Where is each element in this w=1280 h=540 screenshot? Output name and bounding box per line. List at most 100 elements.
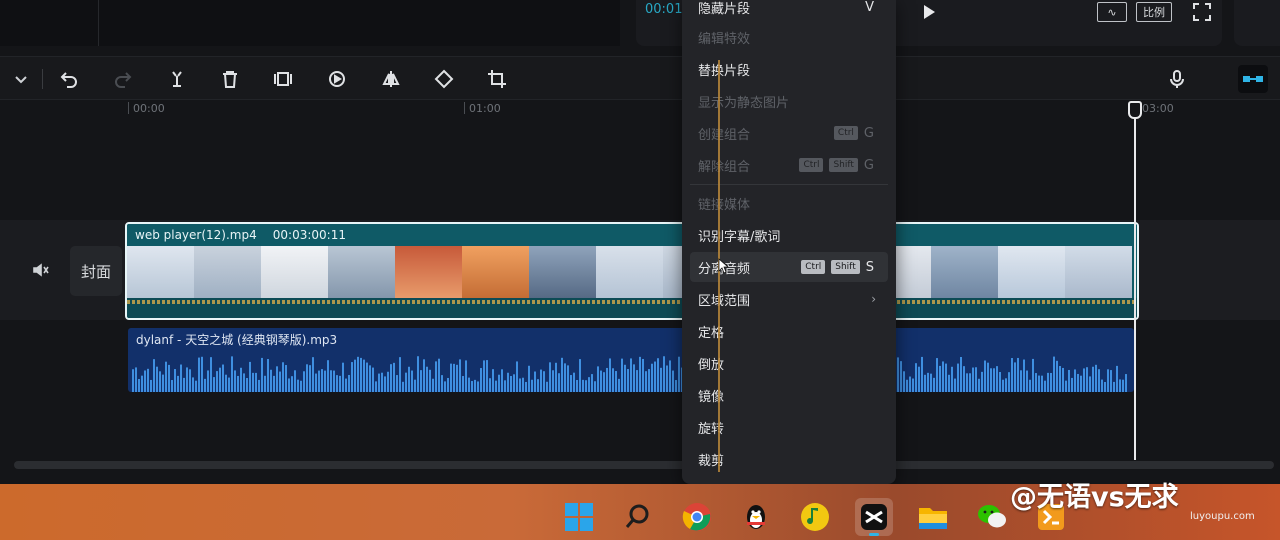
mirror-icon[interactable] xyxy=(380,68,402,90)
waveform-bar xyxy=(603,372,605,392)
waveform-bar xyxy=(198,357,200,392)
waveform-bar xyxy=(975,367,977,392)
waveform-bar xyxy=(984,360,986,392)
shortcut-key: G xyxy=(863,125,874,141)
waveform-bar xyxy=(1026,370,1028,392)
waveform-bar xyxy=(480,368,482,392)
windows-start-icon[interactable] xyxy=(560,498,598,536)
waveform-bar xyxy=(927,372,929,392)
rotate-icon[interactable] xyxy=(433,68,455,90)
waveform-bar xyxy=(627,369,629,392)
video-clip[interactable]: web player(12).mp4 00:03:00:11 xyxy=(125,222,1139,320)
microphone-icon[interactable] xyxy=(1166,68,1188,90)
waveform-bar xyxy=(996,366,998,392)
waveform-bar xyxy=(963,366,965,392)
mute-icon[interactable] xyxy=(32,262,50,278)
undo-icon[interactable] xyxy=(58,68,80,90)
snap-toggle-button[interactable] xyxy=(1238,65,1268,93)
waveform-bar xyxy=(600,370,602,392)
qq-penguin-icon[interactable] xyxy=(737,498,775,536)
waveform-bar xyxy=(138,378,140,392)
shortcut-modifier-key: Shift xyxy=(831,260,860,274)
aspect-ratio-button[interactable]: 比例 xyxy=(1136,2,1172,22)
file-explorer-icon[interactable] xyxy=(914,498,952,536)
waveform-bar xyxy=(912,378,914,392)
waveform-bar xyxy=(579,359,581,392)
wechat-icon[interactable] xyxy=(973,498,1011,536)
crop-icon[interactable] xyxy=(486,68,508,90)
waveform-bar xyxy=(483,360,485,392)
play-icon[interactable] xyxy=(920,3,938,21)
waveform-bar xyxy=(675,380,677,392)
waveform-bar xyxy=(333,370,335,392)
waveform-bar xyxy=(561,357,563,392)
waveform-bar xyxy=(669,360,671,392)
music-player-icon[interactable] xyxy=(796,498,834,536)
waveform-bar xyxy=(1053,356,1055,392)
waveform-bar xyxy=(948,374,950,392)
waveform-bar xyxy=(552,370,554,392)
waveform-bar xyxy=(492,369,494,392)
split-icon[interactable] xyxy=(166,68,188,90)
waveform-bar xyxy=(297,379,299,392)
fullscreen-icon[interactable] xyxy=(1192,2,1212,22)
waveform-bar xyxy=(594,381,596,392)
waveform-bar xyxy=(441,375,443,392)
audio-clip-title: dylanf - 天空之城 (经典钢琴版).mp3 xyxy=(136,333,338,347)
waveform-bar xyxy=(384,376,386,392)
waveform-bar xyxy=(507,372,509,392)
waveform-bar xyxy=(342,362,344,392)
thumbnail xyxy=(127,246,194,298)
menu-item[interactable]: 隐藏片段 V xyxy=(690,0,888,22)
waveform-bar xyxy=(270,369,272,392)
thumbnail xyxy=(529,246,596,298)
redo-icon[interactable] xyxy=(112,68,134,90)
waveform-bar xyxy=(939,365,941,392)
waveform-bar xyxy=(207,370,209,392)
audio-clip[interactable]: dylanf - 天空之城 (经典钢琴版).mp3 xyxy=(128,328,1134,392)
shortcut-modifier-key: Ctrl xyxy=(833,126,858,140)
waveform-bar xyxy=(336,375,338,392)
waveform-bar xyxy=(1044,380,1046,392)
waveform-bar xyxy=(921,356,923,392)
playhead[interactable] xyxy=(1134,110,1136,460)
waveform-bar xyxy=(381,372,383,392)
freeze-frame-icon[interactable] xyxy=(272,68,294,90)
search-icon[interactable] xyxy=(619,498,657,536)
waveform-bar xyxy=(540,369,542,392)
cover-button[interactable]: 封面 xyxy=(70,246,122,296)
waveform-bar xyxy=(1038,375,1040,392)
waveform-bar xyxy=(171,380,173,392)
chevron-down-icon[interactable] xyxy=(10,68,32,90)
chrome-icon[interactable] xyxy=(678,498,716,536)
waveform-bar xyxy=(177,375,179,392)
video-clip-header: web player(12).mp4 00:03:00:11 xyxy=(127,224,1137,246)
waveform-toggle-button[interactable]: ∿ xyxy=(1097,2,1127,22)
waveform-bar xyxy=(1032,358,1034,392)
playhead-handle[interactable] xyxy=(1128,101,1142,119)
thumbnail xyxy=(931,246,998,298)
waveform-bar xyxy=(1011,358,1013,392)
menu-item-label: 定格 xyxy=(698,325,725,341)
waveform-bar xyxy=(522,377,524,392)
timeline-scrollbar[interactable] xyxy=(14,461,1274,469)
waveform-bar xyxy=(213,377,215,392)
shortcut-modifier-key: Ctrl xyxy=(801,260,826,274)
waveform-bar xyxy=(1107,369,1109,392)
waveform-bar xyxy=(174,369,176,392)
waveform-bar xyxy=(1047,372,1049,392)
waveform-bar xyxy=(234,370,236,392)
reverse-play-icon[interactable] xyxy=(326,68,348,90)
ruler-label: 03:00 xyxy=(1142,102,1174,115)
waveform-bar xyxy=(1020,370,1022,392)
waveform-bar xyxy=(897,357,899,392)
waveform-bar xyxy=(348,374,350,392)
thumbnail xyxy=(1065,246,1132,298)
waveform-bar xyxy=(570,375,572,392)
delete-icon[interactable] xyxy=(219,68,241,90)
waveform-bar xyxy=(546,381,548,392)
waveform-bar xyxy=(237,375,239,392)
waveform-bar xyxy=(201,356,203,392)
waveform-bar xyxy=(960,356,962,392)
capcut-icon[interactable] xyxy=(855,498,893,536)
